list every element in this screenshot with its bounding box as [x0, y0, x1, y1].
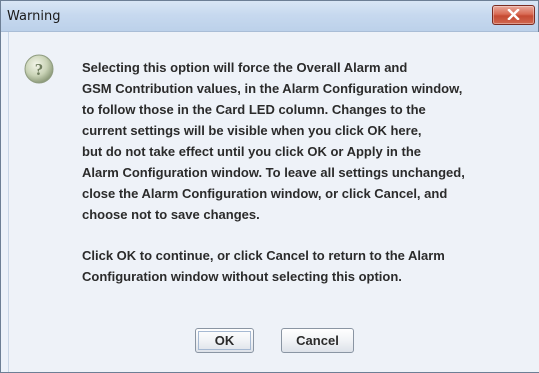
question-icon: ?	[24, 54, 54, 84]
message-line: to follow those in the Card LED column. …	[82, 102, 426, 117]
warning-dialog: Warning ? Selecting this option will for…	[0, 0, 539, 373]
svg-text:?: ?	[35, 60, 44, 79]
dialog-body: ? Selecting this option will force the O…	[8, 32, 539, 372]
message-line: Alarm Configuration window. To leave all…	[82, 165, 465, 180]
message-paragraph-1: Selecting this option will force the Ove…	[82, 57, 537, 225]
close-icon	[507, 9, 520, 20]
message-line: current settings will be visible when yo…	[82, 123, 422, 138]
title-bar[interactable]: Warning	[1, 1, 538, 32]
warning-message: Selecting this option will force the Ove…	[82, 57, 537, 287]
close-button[interactable]	[492, 5, 535, 25]
message-line: Selecting this option will force the Ove…	[82, 60, 408, 75]
message-line: close the Alarm Configuration window, or…	[82, 186, 448, 201]
cancel-button[interactable]: Cancel	[281, 328, 354, 353]
dialog-title: Warning	[7, 9, 61, 24]
message-paragraph-2: Click OK to continue, or click Cancel to…	[82, 245, 537, 287]
ok-button[interactable]: OK	[195, 328, 254, 353]
message-line: Click OK to continue, or click Cancel to…	[82, 248, 445, 263]
message-line: but do not take effect until you click O…	[82, 144, 421, 159]
message-line: Configuration window without selecting t…	[82, 269, 402, 284]
message-line: choose not to save changes.	[82, 207, 260, 222]
ok-button-label: OK	[198, 331, 251, 350]
message-line: GSM Contribution values, in the Alarm Co…	[82, 81, 463, 96]
